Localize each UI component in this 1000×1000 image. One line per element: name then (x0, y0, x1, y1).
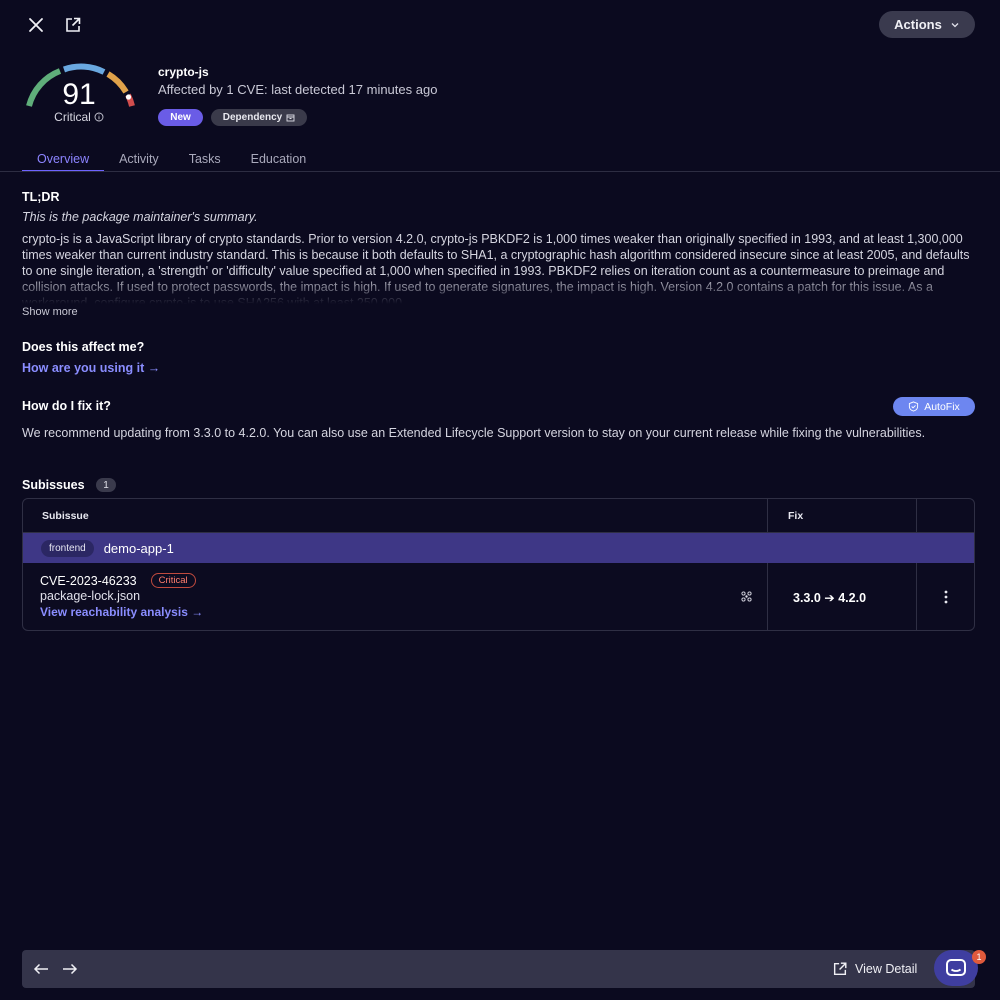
arrow-left-icon (33, 963, 48, 975)
dependency-badge-label: Dependency (222, 112, 283, 123)
open-external-button[interactable] (61, 13, 85, 37)
chat-icon (946, 959, 966, 976)
group-name: demo-app-1 (103, 540, 174, 556)
shield-check-icon (909, 401, 919, 412)
group-row[interactable]: frontend demo-app-1 (23, 533, 974, 563)
next-button[interactable] (59, 959, 81, 979)
severity-text: Critical (54, 110, 91, 124)
tab-education[interactable]: Education (236, 146, 322, 172)
column-header-actions (917, 499, 974, 532)
reachability-icon[interactable] (741, 591, 752, 602)
package-name: crypto-js (158, 65, 209, 79)
tldr-note: This is the package maintainer's summary… (22, 210, 258, 224)
view-detail-label: View Detail (855, 962, 918, 976)
severity-label: Critical (40, 110, 118, 124)
more-vertical-icon (944, 590, 947, 604)
file-name: package-lock.json (40, 589, 141, 603)
view-reachability-link[interactable]: View reachability analysis → (40, 605, 203, 619)
table-header: Subissue Fix (23, 499, 974, 533)
package-subtitle: Affected by 1 CVE: last detected 17 minu… (158, 82, 438, 97)
autofix-label: AutoFix (924, 400, 960, 413)
how-are-you-using-it-link[interactable]: How are you using it → (22, 361, 160, 375)
tab-overview[interactable]: Overview (22, 146, 105, 172)
arrow-right-icon (63, 963, 78, 975)
tab-tasks[interactable]: Tasks (174, 146, 236, 172)
close-icon (29, 18, 43, 32)
fix-version: 3.3.0 ➔ 4.2.0 (793, 590, 867, 605)
group-chip: frontend (41, 539, 94, 557)
cve-id: CVE-2023-46233 (40, 573, 137, 588)
tab-bar: Overview Activity Tasks Education (22, 146, 321, 172)
fix-cell: 3.3.0 ➔ 4.2.0 (768, 563, 917, 630)
show-more-button[interactable]: Show more (22, 306, 78, 318)
autofix-button[interactable]: AutoFix (893, 397, 975, 416)
external-link-icon (833, 962, 847, 976)
tab-divider (0, 171, 1000, 172)
column-header-subissue[interactable]: Subissue (23, 499, 768, 532)
fix-body: We recommend updating from 3.3.0 to 4.2.… (22, 426, 926, 440)
footer-bar: View Detail (22, 950, 975, 988)
row-menu-button[interactable] (917, 563, 974, 630)
actions-label: Actions (894, 17, 942, 32)
chevron-down-icon (951, 22, 959, 27)
package-icon (286, 114, 295, 122)
subissues-count: 1 (96, 478, 116, 492)
close-button[interactable] (24, 13, 48, 37)
tab-activity[interactable]: Activity (104, 146, 174, 172)
notification-badge: 1 (972, 950, 986, 964)
risk-score: 91 (62, 78, 96, 111)
subissues-table: Subissue Fix frontend demo-app-1 CVE-202… (22, 498, 975, 631)
tldr-body: crypto-js is a JavaScript library of cry… (22, 232, 970, 304)
severity-badge: Critical (150, 573, 196, 588)
new-badge: New (158, 109, 203, 126)
table-row[interactable]: CVE-2023-46233 Critical package-lock.jso… (23, 563, 974, 630)
previous-button[interactable] (30, 959, 52, 979)
subissue-cell: CVE-2023-46233 Critical package-lock.jso… (23, 563, 768, 630)
view-detail-button[interactable]: View Detail (832, 961, 917, 977)
dependency-badge: Dependency (211, 109, 307, 126)
affect-heading: Does this affect me? (22, 340, 145, 354)
tldr-heading: TL;DR (22, 190, 60, 204)
subissues-heading: Subissues (22, 478, 85, 492)
actions-button[interactable]: Actions (879, 11, 975, 38)
fix-heading: How do I fix it? (22, 399, 111, 413)
column-header-fix[interactable]: Fix (768, 499, 917, 532)
info-icon[interactable] (94, 112, 104, 122)
external-link-icon (66, 17, 81, 32)
